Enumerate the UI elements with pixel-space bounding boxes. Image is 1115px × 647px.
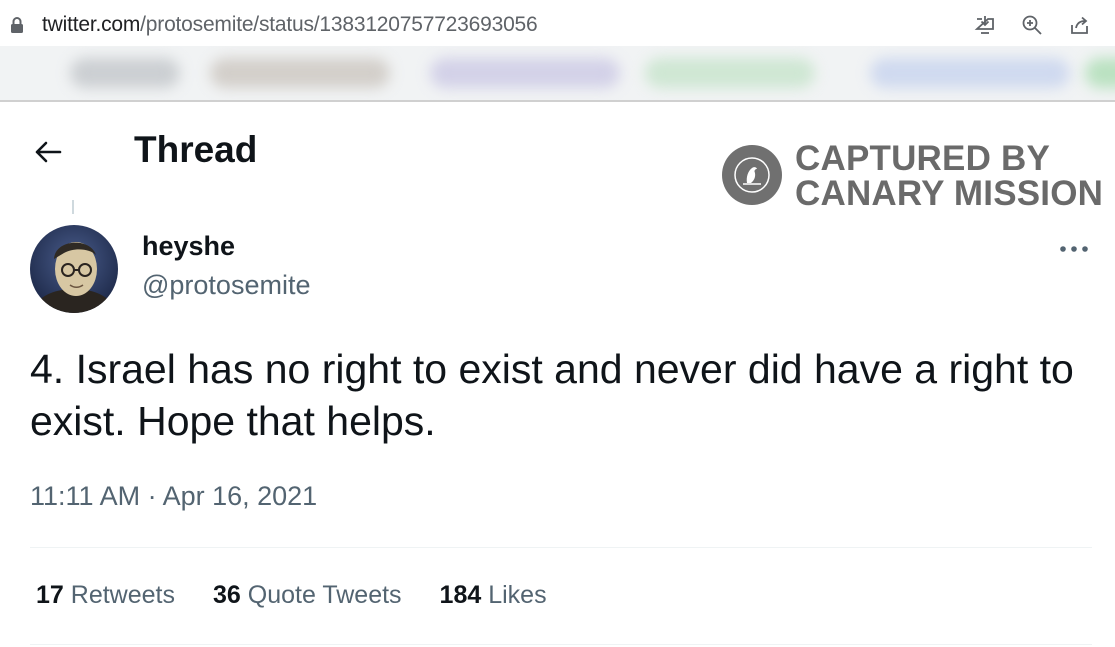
display-name[interactable]: heyshe bbox=[142, 231, 235, 262]
canary-bird-icon bbox=[722, 145, 782, 205]
quote-tweets-stat[interactable]: 36 Quote Tweets bbox=[213, 581, 402, 610]
likes-label: Likes bbox=[488, 581, 547, 609]
user-handle[interactable]: @protosemite bbox=[142, 270, 310, 301]
tweet-stats: 17 Retweets 36 Quote Tweets 184 Likes bbox=[36, 581, 585, 610]
bookmark-blurred[interactable] bbox=[645, 58, 815, 88]
watermark-text: CAPTURED BY CANARY MISSION bbox=[795, 141, 1103, 211]
quote-tweets-count: 36 bbox=[212, 581, 241, 609]
retweets-label: Retweets bbox=[70, 581, 175, 609]
install-icon[interactable] bbox=[972, 12, 998, 38]
avatar[interactable] bbox=[30, 225, 118, 313]
share-icon[interactable] bbox=[1067, 12, 1093, 38]
zoom-icon[interactable] bbox=[1019, 12, 1045, 38]
page-title: Thread bbox=[134, 129, 258, 170]
arrow-left-icon[interactable] bbox=[30, 134, 66, 170]
bookmark-blurred[interactable] bbox=[70, 58, 180, 88]
quote-tweets-label: Quote Tweets bbox=[247, 581, 402, 609]
retweets-count: 17 bbox=[36, 581, 64, 609]
url-field[interactable]: twitter.com/protosemite/status/138312075… bbox=[42, 13, 538, 37]
url-path: /protosemite/status/1383120757723693056 bbox=[140, 13, 538, 36]
bookmark-blurred[interactable] bbox=[430, 58, 620, 88]
likes-count: 184 bbox=[439, 581, 482, 609]
tweet-text: 4. Israel has no right to exist and neve… bbox=[30, 346, 1074, 444]
bookmark-blurred[interactable] bbox=[870, 58, 1070, 88]
retweets-stat[interactable]: 17 Retweets bbox=[36, 581, 175, 610]
divider bbox=[30, 547, 1092, 548]
bookmark-blurred[interactable] bbox=[210, 58, 390, 88]
thread-connector bbox=[72, 200, 74, 214]
watermark-line-1: CAPTURED BY bbox=[795, 139, 1050, 178]
url-host: twitter.com bbox=[42, 13, 141, 36]
watermark: CAPTURED BY CANARY MISSION bbox=[722, 141, 1103, 213]
likes-stat[interactable]: 184 Likes bbox=[440, 581, 547, 610]
tweet-timestamp[interactable]: 11:11 AM · Apr 16, 2021 bbox=[30, 481, 317, 512]
browser-address-bar: twitter.com/protosemite/status/138312075… bbox=[0, 0, 1115, 50]
more-horizontal-icon[interactable] bbox=[1054, 236, 1094, 262]
divider bbox=[30, 644, 1092, 645]
watermark-line-2: CANARY MISSION bbox=[795, 174, 1104, 213]
bookmark-blurred[interactable] bbox=[1085, 58, 1115, 88]
lock-icon[interactable] bbox=[10, 17, 24, 33]
bookmarks-bar bbox=[0, 46, 1115, 102]
